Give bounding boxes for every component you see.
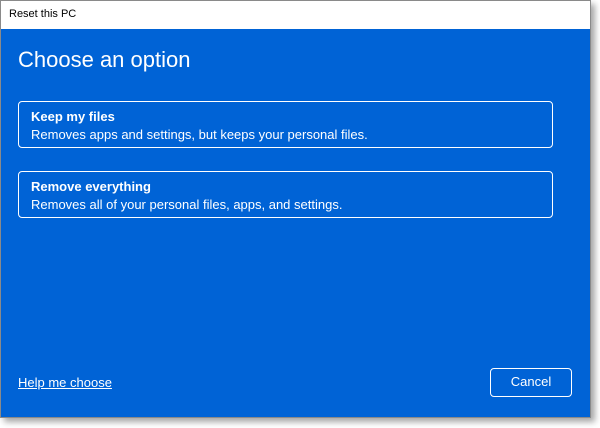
dialog-content: Choose an option Keep my files Removes a… [1, 29, 590, 417]
option-title: Remove everything [31, 179, 151, 194]
option-description: Removes apps and settings, but keeps you… [31, 127, 368, 142]
page-title: Choose an option [18, 47, 191, 72]
help-me-choose-link[interactable]: Help me choose [18, 375, 112, 390]
option-description: Removes all of your personal files, apps… [31, 197, 343, 212]
window-title: Reset this PC [9, 8, 77, 20]
reset-pc-dialog: Reset this PC Choose an option Keep my f… [0, 0, 591, 418]
keep-my-files-option[interactable]: Keep my files Removes apps and settings,… [18, 101, 553, 148]
remove-everything-option[interactable]: Remove everything Removes all of your pe… [18, 171, 553, 218]
cancel-button[interactable]: Cancel [490, 368, 572, 397]
option-title: Keep my files [31, 109, 115, 124]
title-bar: Reset this PC [1, 1, 590, 29]
